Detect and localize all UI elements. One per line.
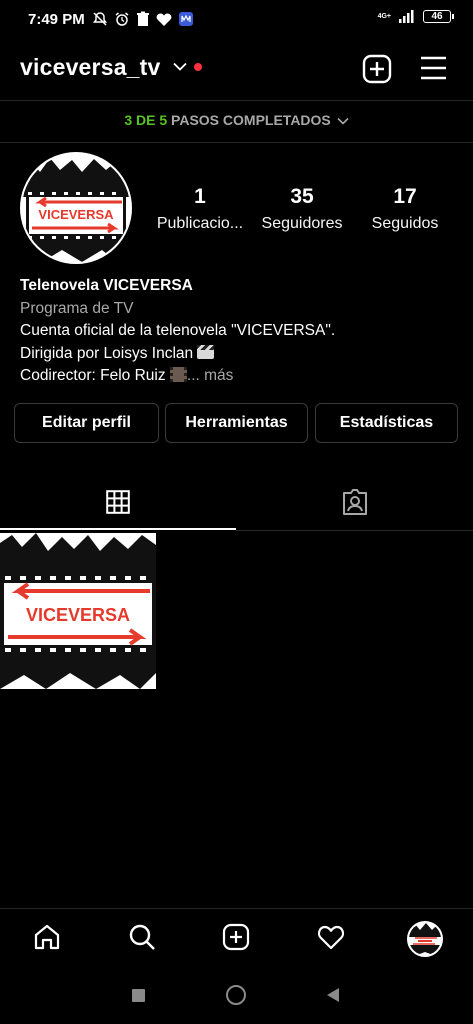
new-post-icon[interactable] — [362, 54, 392, 84]
bio-line-3-wrap: Codirector: Felo Ruiz ... más — [20, 365, 460, 388]
app-notification-icon — [179, 12, 193, 26]
heart-icon[interactable] — [317, 923, 345, 951]
header-divider — [0, 100, 473, 101]
tagged-icon[interactable] — [342, 489, 368, 515]
bio-line-2-wrap: Dirigida por Loisys Inclan — [20, 343, 460, 366]
edit-profile-button[interactable]: Editar perfil — [14, 403, 159, 443]
trash-icon — [137, 11, 149, 26]
home-button[interactable] — [226, 985, 246, 1005]
profile-setup-progress[interactable]: 3 DE 5 PASOS COMPLETADOS — [0, 112, 473, 128]
steps-label: PASOS COMPLETADOS — [171, 112, 331, 128]
bio-line-1: Cuenta oficial de la telenovela "VICEVER… — [20, 322, 336, 339]
steps-divider — [0, 142, 473, 143]
menu-icon[interactable] — [420, 56, 447, 80]
posts-count: 1 — [194, 185, 206, 208]
following-label: Seguidos — [371, 215, 439, 232]
clapperboard-emoji-icon — [197, 344, 215, 359]
notifications-off-icon — [93, 12, 107, 26]
stat-followers[interactable]: 35 Seguidores — [247, 185, 357, 233]
bio-more-link[interactable]: más — [204, 367, 233, 384]
network-type: 4G+ — [377, 13, 391, 20]
create-icon[interactable] — [222, 923, 250, 951]
status-bar: 7:49 PM 4G+ 46 — [0, 0, 473, 40]
film-frames-emoji-icon — [169, 367, 187, 382]
profile-bio: Telenovela VICEVERSA Programa de TV Cuen… — [20, 275, 460, 388]
bio-line-2: Dirigida por Loisys Inclan — [20, 344, 194, 362]
profile-tab-avatar[interactable] — [407, 921, 443, 957]
category-label: Programa de TV — [20, 299, 134, 317]
bio-line-3: Codirector: Felo Ruiz — [20, 367, 166, 384]
back-button[interactable] — [326, 987, 340, 1003]
bottom-navigation — [0, 908, 473, 971]
recents-button[interactable] — [132, 989, 145, 1002]
heart-status-icon — [156, 13, 172, 26]
viceversa-mini-logo-image — [409, 923, 441, 955]
profile-header: viceversa_tv — [0, 48, 473, 92]
steps-done: 3 DE 5 — [124, 112, 168, 128]
post-thumbnail[interactable]: VICEVERSA — [0, 533, 156, 689]
tabs-divider — [236, 530, 473, 531]
viceversa-post-image: VICEVERSA — [0, 533, 156, 689]
status-right: 4G+ 46 — [377, 10, 454, 23]
search-icon[interactable] — [128, 923, 156, 951]
chevron-down-icon[interactable] — [173, 62, 187, 72]
posts-label: Publicacio... — [156, 215, 244, 232]
display-name: Telenovela VICEVERSA — [20, 277, 193, 294]
following-count: 17 — [393, 185, 417, 208]
avatar-logo-text: VICEVERSA — [38, 207, 114, 222]
stat-following[interactable]: 17 Seguidos — [350, 185, 460, 233]
insights-button[interactable]: Estadísticas — [315, 403, 458, 443]
username[interactable]: viceversa_tv — [20, 54, 161, 81]
viceversa-logo-image: VICEVERSA — [22, 154, 130, 262]
home-icon[interactable] — [33, 923, 61, 951]
battery-level: 46 — [431, 11, 443, 22]
profile-avatar[interactable]: VICEVERSA — [20, 152, 132, 264]
followers-label: Seguidores — [261, 215, 343, 232]
notification-dot — [194, 63, 202, 71]
profile-tabs — [0, 478, 473, 530]
followers-count: 35 — [290, 185, 314, 208]
status-time: 7:49 PM — [28, 11, 85, 28]
signal-icon — [399, 10, 414, 23]
stat-posts[interactable]: 1 Publicacio... — [145, 185, 255, 233]
battery-icon: 46 — [423, 10, 454, 23]
post-logo-text: VICEVERSA — [26, 605, 130, 625]
status-icons — [92, 11, 194, 27]
chevron-down-icon — [337, 118, 349, 125]
grid-icon[interactable] — [106, 490, 130, 514]
alarm-icon — [115, 12, 129, 26]
tools-button[interactable]: Herramientas — [165, 403, 308, 443]
active-tab-indicator — [0, 528, 236, 530]
system-navigation — [0, 976, 473, 1024]
bio-ellipsis: ... — [186, 367, 200, 384]
